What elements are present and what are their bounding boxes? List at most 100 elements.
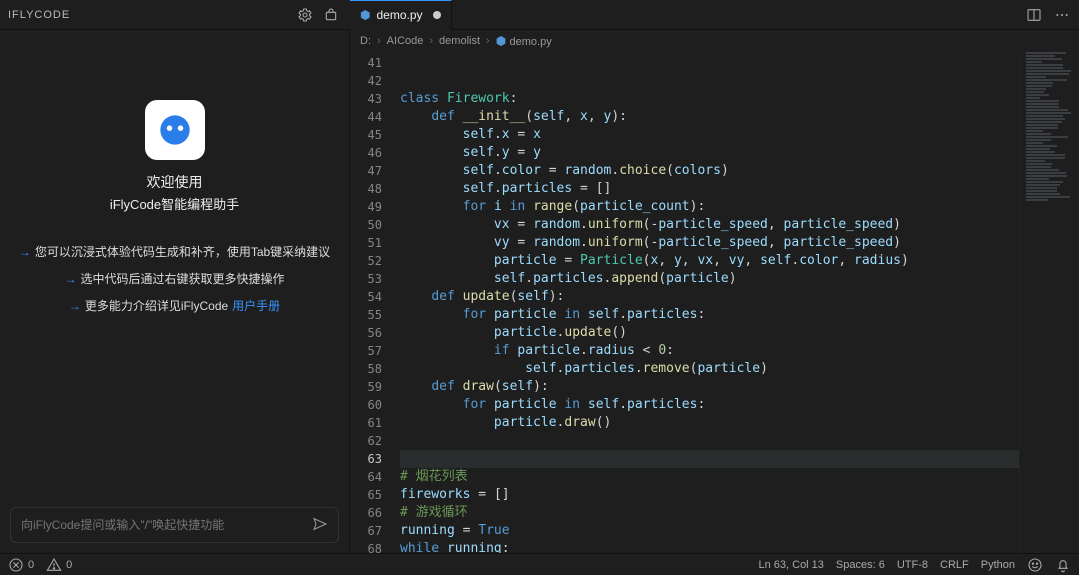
instruction-text: 选中代码后通过右键获取更多快捷操作: [80, 270, 284, 287]
brand-label: IFLYCODE: [8, 9, 70, 21]
breadcrumb-sep: ›: [486, 35, 490, 47]
instruction-row: → 您可以沉浸式体验代码生成和补齐，使用Tab键采纳建议: [10, 243, 340, 260]
line-number: 48: [350, 180, 382, 198]
code-line[interactable]: [400, 432, 1079, 450]
error-count: 0: [28, 559, 34, 571]
settings-icon[interactable]: [294, 4, 316, 26]
code-line[interactable]: class Firework:: [400, 90, 1079, 108]
status-language[interactable]: Python: [981, 559, 1015, 571]
instruction-text: 更多能力介绍详见iFlyCode: [85, 297, 228, 314]
code-editor[interactable]: 4142434445464748495051525354555657585960…: [350, 52, 1079, 553]
send-icon[interactable]: [312, 516, 328, 535]
code-line[interactable]: if particle.radius < 0:: [400, 342, 1079, 360]
code-line[interactable]: for i in range(particle_count):: [400, 198, 1079, 216]
breadcrumb-item[interactable]: D:: [360, 35, 371, 47]
welcome-panel: 欢迎使用 iFlyCode智能编程助手 → 您可以沉浸式体验代码生成和补齐，使用…: [0, 30, 349, 497]
code-line[interactable]: [400, 450, 1079, 468]
chat-input-box[interactable]: [10, 507, 339, 543]
code-line[interactable]: [400, 72, 1079, 90]
line-number: 42: [350, 72, 382, 90]
status-errors[interactable]: 0: [8, 557, 34, 573]
breadcrumb-item[interactable]: ⬢ demo.py: [496, 34, 552, 48]
breadcrumb-item[interactable]: AICode: [387, 35, 424, 47]
code-line[interactable]: def update(self):: [400, 288, 1079, 306]
main-area: 欢迎使用 iFlyCode智能编程助手 → 您可以沉浸式体验代码生成和补齐，使用…: [0, 30, 1079, 553]
line-number: 57: [350, 342, 382, 360]
instruction-row: → 选中代码后通过右键获取更多快捷操作: [10, 270, 340, 287]
editor-area: D:›AICode›demolist›⬢ demo.py 41424344454…: [350, 30, 1079, 553]
code-line[interactable]: vx = random.uniform(-particle_speed, par…: [400, 216, 1079, 234]
warning-count: 0: [66, 559, 72, 571]
python-icon: ⬢: [496, 34, 510, 48]
instruction-row: → 更多能力介绍详见iFlyCode 用户手册: [10, 297, 340, 314]
status-encoding[interactable]: UTF-8: [897, 559, 928, 571]
code-line[interactable]: self.particles.remove(particle): [400, 360, 1079, 378]
breadcrumb[interactable]: D:›AICode›demolist›⬢ demo.py: [350, 30, 1079, 52]
code-line[interactable]: def draw(self):: [400, 378, 1079, 396]
code-body[interactable]: class Firework: def __init__(self, x, y)…: [392, 52, 1079, 553]
status-bar: 0 0 Ln 63, Col 13 Spaces: 6 UTF-8 CRLF P…: [0, 553, 1079, 575]
status-warnings[interactable]: 0: [46, 557, 72, 573]
minimap[interactable]: [1019, 52, 1079, 553]
iflycode-logo: [145, 100, 205, 160]
code-line[interactable]: self.particles = []: [400, 180, 1079, 198]
instruction-list: → 您可以沉浸式体验代码生成和补齐，使用Tab键采纳建议→ 选中代码后通过右键获…: [10, 243, 340, 314]
split-editor-icon[interactable]: [1023, 4, 1045, 26]
status-eol[interactable]: CRLF: [940, 559, 969, 571]
line-number: 63: [350, 450, 382, 468]
package-icon[interactable]: [320, 4, 342, 26]
tab-demo-py[interactable]: ⬢ demo.py: [350, 0, 452, 30]
line-number: 60: [350, 396, 382, 414]
status-line-col[interactable]: Ln 63, Col 13: [758, 559, 823, 571]
manual-link[interactable]: 用户手册: [232, 297, 280, 314]
editor-tabs: ⬢ demo.py: [350, 0, 452, 30]
code-line[interactable]: while running:: [400, 540, 1079, 553]
line-number: 47: [350, 162, 382, 180]
breadcrumb-item[interactable]: demolist: [439, 35, 480, 47]
line-number: 43: [350, 90, 382, 108]
code-line[interactable]: self.color = random.choice(colors): [400, 162, 1079, 180]
code-line[interactable]: particle.update(): [400, 324, 1079, 342]
status-spaces[interactable]: Spaces: 6: [836, 559, 885, 571]
instruction-text: 您可以沉浸式体验代码生成和补齐，使用Tab键采纳建议: [35, 243, 330, 260]
line-number: 58: [350, 360, 382, 378]
gutter: 4142434445464748495051525354555657585960…: [350, 52, 392, 553]
code-line[interactable]: def __init__(self, x, y):: [400, 108, 1079, 126]
arrow-icon: →: [69, 299, 81, 313]
code-line[interactable]: # 烟花列表: [400, 468, 1079, 486]
code-line[interactable]: for particle in self.particles:: [400, 306, 1079, 324]
sidebar-panel: 欢迎使用 iFlyCode智能编程助手 → 您可以沉浸式体验代码生成和补齐，使用…: [0, 30, 350, 553]
line-number: 45: [350, 126, 382, 144]
code-line[interactable]: particle.draw(): [400, 414, 1079, 432]
welcome-title: 欢迎使用: [147, 172, 203, 192]
chat-input[interactable]: [21, 518, 312, 532]
more-icon[interactable]: [1051, 4, 1073, 26]
line-number: 50: [350, 216, 382, 234]
code-line[interactable]: for particle in self.particles:: [400, 396, 1079, 414]
line-number: 62: [350, 432, 382, 450]
code-line[interactable]: # 游戏循环: [400, 504, 1079, 522]
line-number: 41: [350, 54, 382, 72]
line-number: 52: [350, 252, 382, 270]
arrow-icon: →: [19, 245, 31, 259]
line-number: 44: [350, 108, 382, 126]
status-feedback-icon[interactable]: [1027, 557, 1043, 573]
sidebar-header: IFLYCODE: [0, 4, 350, 26]
error-icon: [8, 557, 24, 573]
code-line[interactable]: [400, 54, 1079, 72]
status-bell-icon[interactable]: [1055, 557, 1071, 573]
code-line[interactable]: vy = random.uniform(-particle_speed, par…: [400, 234, 1079, 252]
line-number: 56: [350, 324, 382, 342]
line-number: 59: [350, 378, 382, 396]
tab-label: demo.py: [376, 8, 422, 22]
topbar-right: [1023, 4, 1079, 26]
arrow-icon: →: [64, 272, 76, 286]
code-line[interactable]: self.particles.append(particle): [400, 270, 1079, 288]
line-number: 64: [350, 468, 382, 486]
code-line[interactable]: particle = Particle(x, y, vx, vy, self.c…: [400, 252, 1079, 270]
code-line[interactable]: fireworks = []: [400, 486, 1079, 504]
code-line[interactable]: running = True: [400, 522, 1079, 540]
line-number: 51: [350, 234, 382, 252]
code-line[interactable]: self.y = y: [400, 144, 1079, 162]
code-line[interactable]: self.x = x: [400, 126, 1079, 144]
